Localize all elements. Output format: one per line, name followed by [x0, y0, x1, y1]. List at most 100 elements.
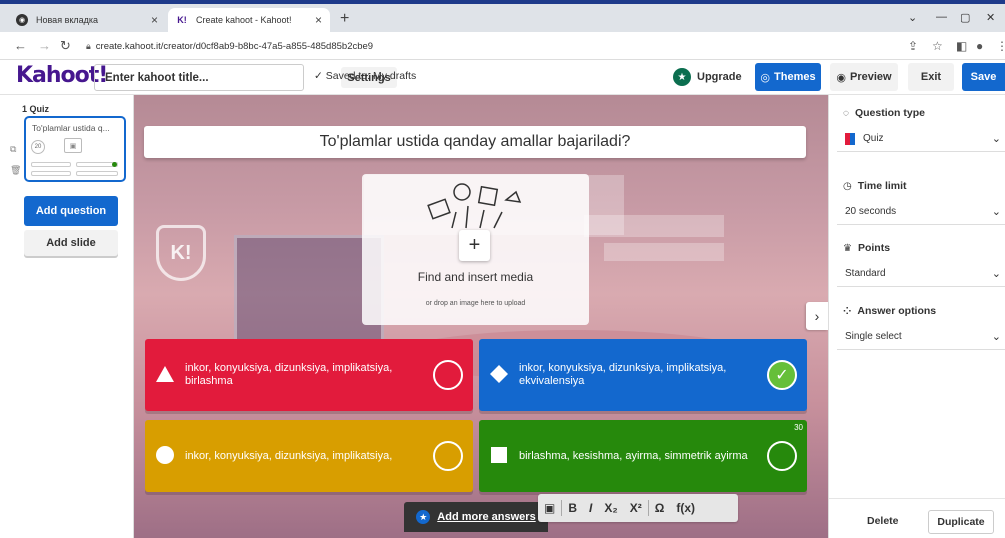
question-input[interactable]: To'plamlar ustida qanday amallar bajaril…	[144, 126, 806, 158]
tab-create-kahoot[interactable]: K! Create kahoot - Kahoot! ×	[168, 8, 330, 32]
answer-options-heading: ⁘ Answer options	[843, 305, 936, 317]
question-type-heading: ◌ Question type	[843, 107, 925, 119]
menu-icon[interactable]: ⋮	[996, 39, 1005, 53]
correct-toggle-checked[interactable]: ✓	[767, 360, 797, 390]
bookmark-star-icon[interactable]: ☆	[932, 39, 943, 53]
slide-thumbnail[interactable]: To'plamlar ustida q... 20 ▣	[24, 116, 126, 182]
lock-icon: 🔒︎	[86, 40, 91, 51]
saved-status: ✓ Saved to: My drafts	[314, 70, 416, 82]
equation-button[interactable]: f(x)	[670, 501, 701, 515]
answer-option-1[interactable]: inkor, konyuksiya, dizunksiya, implikats…	[145, 339, 473, 411]
themes-button[interactable]: ◎ Themes	[755, 63, 821, 91]
time-limit-heading: ◷ Time limit	[843, 180, 907, 192]
question-type-label: Question type	[854, 107, 925, 119]
add-question-button[interactable]: Add question	[24, 196, 118, 226]
points-select[interactable]: Standard ⌄	[837, 261, 1005, 287]
close-icon[interactable]: ×	[151, 13, 158, 27]
tab-title: Новая вкладка	[36, 15, 99, 25]
delete-button[interactable]: Delete	[867, 515, 899, 527]
add-slide-button[interactable]: Add slide	[24, 230, 118, 256]
star-icon: ★	[673, 68, 691, 86]
insert-media-button[interactable]: +	[459, 230, 490, 261]
trash-icon[interactable]: 🗑︎	[10, 165, 21, 176]
forward-icon[interactable]: →	[38, 38, 51, 53]
tab-title: Create kahoot - Kahoot!	[196, 15, 292, 25]
image-icon[interactable]: ▣	[538, 501, 561, 515]
minimize-icon[interactable]: —	[936, 11, 947, 23]
special-chars-button[interactable]: Ω	[649, 501, 671, 515]
restore-icon[interactable]: ▢	[960, 11, 970, 24]
chevron-down-icon: ⌄	[991, 206, 1001, 218]
answer-text[interactable]: birlashma, kesishma, ayirma, simmetrik a…	[519, 420, 749, 492]
close-icon[interactable]: ×	[315, 13, 322, 27]
correct-dot	[112, 162, 117, 167]
points-label: Points	[857, 242, 891, 254]
superscript-button[interactable]: X²	[624, 501, 648, 515]
grid-icon: ⁘	[843, 305, 852, 317]
answer-options-value: Single select	[845, 331, 902, 342]
slide-label: 1 Quiz	[22, 104, 50, 114]
image-icon: ▣	[64, 138, 82, 153]
preview-button[interactable]: ◉ Preview	[830, 63, 898, 91]
profile-icon[interactable]: ●	[976, 39, 983, 53]
question-type-select[interactable]: Quiz ⌄	[837, 126, 1005, 152]
question-type-value: Quiz	[863, 133, 884, 144]
save-button[interactable]: Save	[962, 63, 1005, 91]
correct-toggle[interactable]	[433, 441, 463, 471]
time-limit-select[interactable]: 20 seconds ⌄	[837, 199, 1005, 225]
answer-bar	[76, 171, 118, 176]
slides-sidebar: 1 Quiz ⧉ 🗑︎ To'plamlar ustida q... 20 ▣ …	[0, 95, 134, 538]
quiz-icon	[845, 132, 855, 145]
upgrade-label: Upgrade	[697, 71, 742, 83]
tab-new-tab[interactable]: ◉ Новая вкладка ×	[8, 8, 166, 32]
share-icon[interactable]: ⇪	[908, 39, 918, 53]
back-icon[interactable]: ←	[14, 38, 27, 53]
clock-icon: ◷	[843, 180, 852, 192]
duplicate-button[interactable]: Duplicate	[928, 510, 994, 534]
upgrade-button[interactable]: ★ Upgrade	[673, 66, 742, 88]
globe-icon: ◉	[16, 14, 28, 26]
chevron-down-icon: ⌄	[991, 268, 1001, 280]
timer-circle: 20	[31, 140, 45, 154]
duplicate-icon[interactable]: ⧉	[10, 144, 16, 155]
media-subtitle: or drop an image here to upload	[425, 300, 526, 307]
collapse-panel-button[interactable]: ›	[806, 302, 828, 330]
answer-text[interactable]: inkor, konyuksiya, dizunksiya, implikats…	[519, 339, 749, 411]
reload-icon[interactable]: ↻	[60, 38, 71, 54]
answer-text[interactable]: inkor, konyuksiya, dizunksiya, implikats…	[185, 420, 415, 492]
points-heading: ♛ Points	[843, 242, 890, 254]
chevron-down-icon[interactable]: ⌄	[908, 11, 917, 24]
award-icon: ♛	[843, 242, 852, 254]
sidepanel-icon[interactable]: ◧	[956, 39, 967, 53]
title-placeholder: Enter kahoot title...	[105, 71, 209, 84]
subscript-button[interactable]: X₂	[598, 501, 623, 515]
chevron-down-icon: ⌄	[991, 331, 1001, 343]
answer-option-4[interactable]: birlashma, kesishma, ayirma, simmetrik a…	[479, 420, 807, 492]
palette-icon: ◎	[760, 71, 771, 84]
url-field[interactable]: 🔒︎ create.kahoot.it/creator/d0cf8ab9-b8b…	[86, 36, 766, 56]
answer-options-select[interactable]: Single select ⌄	[837, 324, 1005, 350]
italic-button[interactable]: I	[583, 501, 598, 515]
address-bar: ← → ↻ 🔒︎ create.kahoot.it/creator/d0cf8a…	[0, 32, 1005, 60]
square-icon	[491, 447, 507, 463]
background-emblem: K!	[156, 225, 206, 281]
media-dropzone[interactable]: + Find and insert media or drop an image…	[362, 174, 589, 325]
answer-text[interactable]: inkor, konyuksiya, dizunksiya, implikats…	[185, 339, 415, 411]
bold-button[interactable]: B	[562, 501, 583, 515]
circle-icon	[156, 446, 174, 464]
kahoot-title-input[interactable]: Enter kahoot title... Settings	[94, 64, 397, 91]
kahoot-favicon-icon: K!	[177, 15, 187, 25]
correct-toggle[interactable]	[767, 441, 797, 471]
slide-preview-text: To'plamlar ustida q...	[32, 123, 110, 133]
url-text: create.kahoot.it/creator/d0cf8ab9-b8bc-4…	[95, 40, 374, 52]
time-limit-value: 20 seconds	[845, 206, 897, 217]
answer-option-2[interactable]: inkor, konyuksiya, dizunksiya, implikats…	[479, 339, 807, 411]
close-window-icon[interactable]: ✕	[986, 11, 995, 24]
answer-option-3[interactable]: inkor, konyuksiya, dizunksiya, implikats…	[145, 420, 473, 492]
add-more-answers-button[interactable]: ★ Add more answers	[404, 502, 548, 532]
triangle-icon	[156, 366, 174, 382]
new-tab-icon[interactable]: +	[340, 10, 349, 28]
points-value: Standard	[845, 268, 886, 279]
correct-toggle[interactable]	[433, 360, 463, 390]
exit-button[interactable]: Exit	[908, 63, 954, 91]
